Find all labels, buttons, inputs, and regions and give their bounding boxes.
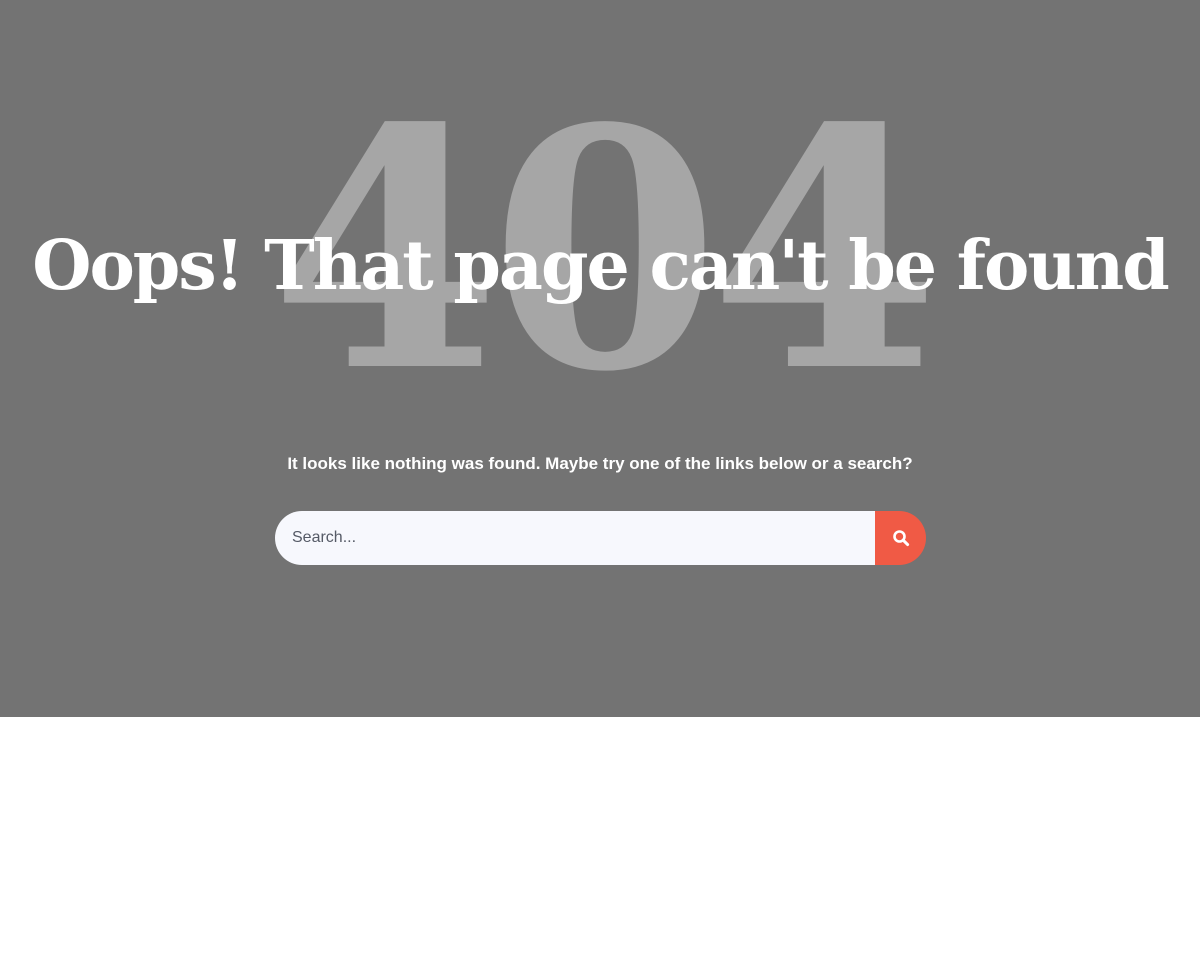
not-found-message: It looks like nothing was found. Maybe t… — [287, 454, 913, 473]
page-title: Oops! That page can't be found — [32, 226, 1170, 306]
search-input[interactable] — [275, 511, 875, 565]
search-icon — [892, 529, 910, 547]
search-form — [275, 511, 926, 565]
search-button[interactable] — [875, 511, 926, 565]
not-found-hero: 404 Oops! That page can't be found It lo… — [0, 0, 1200, 717]
